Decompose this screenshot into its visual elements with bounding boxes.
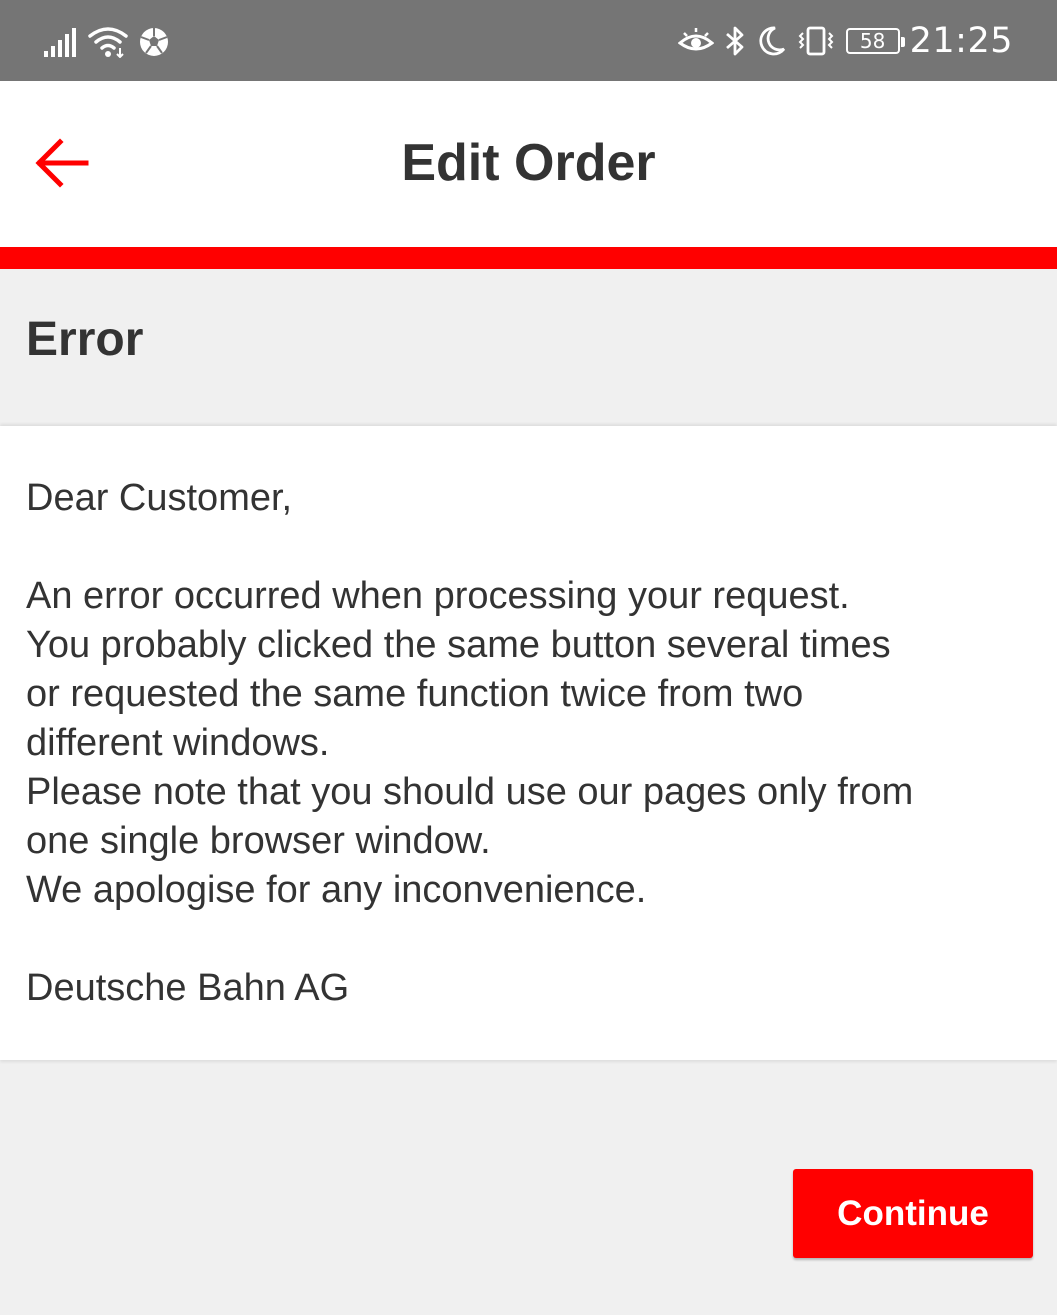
error-message: Dear Customer, An error occurred when pr… (26, 474, 1031, 1013)
app-bar: Edit Order (0, 81, 1057, 247)
signal-icon (44, 28, 76, 57)
status-bar: 58 21:25 (0, 0, 1057, 81)
message-line: different windows. (26, 722, 330, 764)
vibrate-icon (798, 26, 834, 56)
continue-button[interactable]: Continue (793, 1169, 1033, 1258)
bluetooth-icon (725, 26, 744, 56)
message-line: or requested the same function twice fro… (26, 673, 804, 715)
error-heading: Error (26, 313, 144, 366)
accent-divider (0, 247, 1057, 269)
page-title: Edit Order (401, 134, 656, 192)
message-line: An error occurred when processing your r… (26, 575, 850, 617)
error-message-card: Dear Customer, An error occurred when pr… (0, 426, 1057, 1060)
status-icons-right: 58 21:25 (677, 20, 1013, 62)
wifi-icon (88, 27, 128, 58)
error-header: Error (0, 269, 1057, 417)
greeting: Dear Customer, (26, 477, 293, 519)
eye-icon (677, 28, 714, 51)
message-line: We apologise for any inconvenience. (26, 869, 647, 911)
moon-icon (759, 26, 785, 56)
battery-level: 58 (859, 29, 886, 53)
signature: Deutsche Bahn AG (26, 967, 350, 1009)
status-time: 21:25 (909, 21, 1013, 61)
status-icons-left (44, 22, 170, 62)
message-line: You probably clicked the same button sev… (26, 624, 891, 666)
message-line: one single browser window. (26, 820, 491, 862)
battery-icon: 58 (845, 28, 905, 54)
soccer-ball-icon (140, 28, 168, 56)
message-line: Please note that you should use our page… (26, 771, 914, 813)
